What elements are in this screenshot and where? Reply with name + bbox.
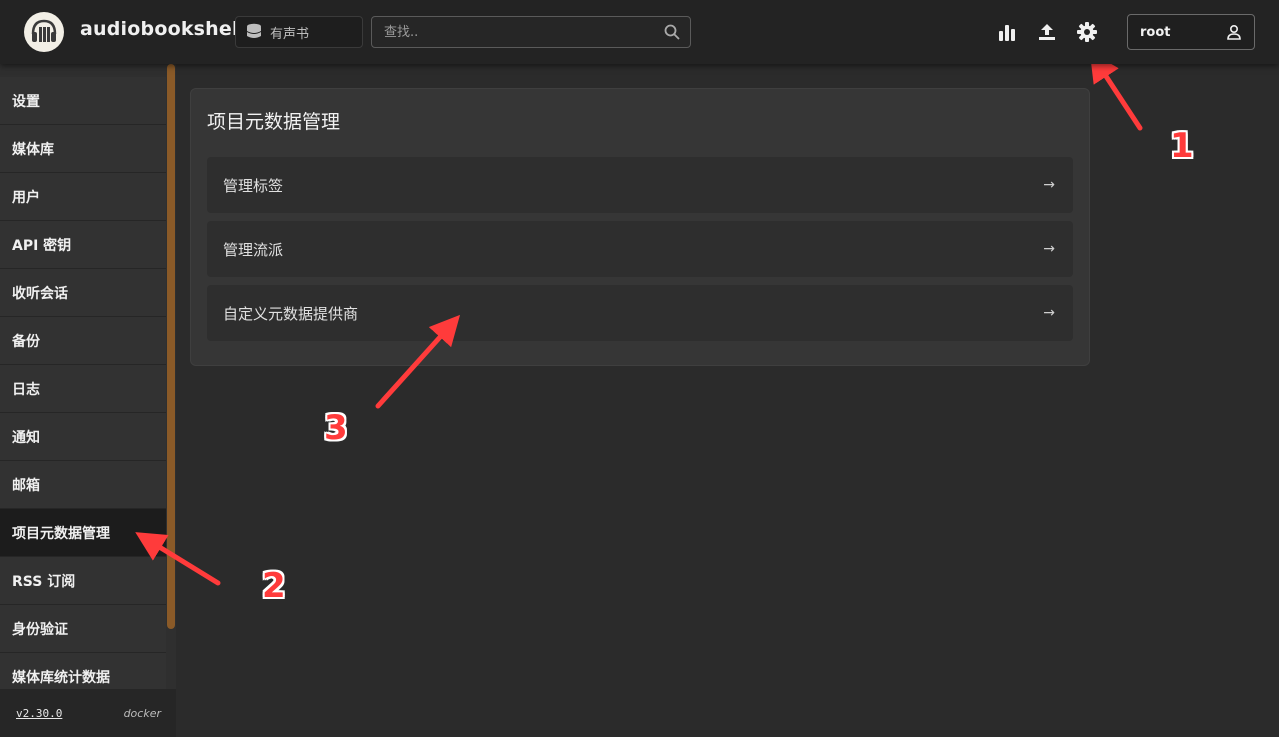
sidebar-item-rss-feeds[interactable]: RSS 订阅 [0, 557, 166, 605]
row-label: 管理标签 [223, 176, 284, 195]
annotation-label-2: 2 [262, 566, 286, 606]
settings-icon[interactable] [1075, 20, 1099, 44]
sidebar-item-label: 邮箱 [12, 477, 40, 494]
search-box[interactable] [371, 16, 691, 48]
sidebar-item-label: 收听会话 [12, 285, 68, 302]
search-icon[interactable] [664, 24, 680, 40]
item-metadata-utils-card: 项目元数据管理 管理标签 → 管理流派 → 自定义元数据提供商 → [190, 88, 1090, 366]
row-label: 管理流派 [223, 240, 284, 259]
user-icon [1227, 24, 1241, 40]
sidebar-item-label: 备份 [12, 333, 40, 350]
sidebar-item-authentication[interactable]: 身份验证 [0, 605, 166, 653]
app-title[interactable]: audiobookshelf [80, 18, 247, 40]
top-bar: audiobookshelf 有声书 查找.. root [0, 0, 1279, 64]
sidebar-item-label: 通知 [12, 429, 40, 446]
sidebar-item-listening-sessions[interactable]: 收听会话 [0, 269, 166, 317]
sidebar-item-api-keys[interactable]: API 密钥 [0, 221, 166, 269]
arrow-right-icon: → [1043, 177, 1055, 193]
audiobookshelf-logo-icon [31, 19, 57, 42]
sidebar-scrollbar[interactable] [167, 64, 175, 629]
sidebar-item-label: API 密钥 [12, 237, 72, 254]
sidebar-item-label: 身份验证 [12, 621, 68, 638]
sidebar-item-label: 用户 [12, 189, 40, 206]
manage-tags-row[interactable]: 管理标签 → [207, 157, 1073, 213]
database-icon [247, 23, 261, 38]
annotation-arrow-1 [1089, 51, 1143, 131]
sidebar-item-settings[interactable]: 设置 [0, 77, 166, 125]
library-selector-label: 有声书 [270, 26, 310, 42]
stats-icon[interactable] [995, 20, 1019, 44]
sidebar-item-notifications[interactable]: 通知 [0, 413, 166, 461]
username: root [1140, 24, 1171, 40]
sidebar-item-logs[interactable]: 日志 [0, 365, 166, 413]
sidebar-item-backups[interactable]: 备份 [0, 317, 166, 365]
sidebar-item-label: RSS 订阅 [12, 573, 76, 590]
page-title: 项目元数据管理 [207, 111, 341, 133]
sidebar-item-label: 媒体库统计数据 [12, 669, 110, 686]
upload-icon[interactable] [1035, 20, 1059, 44]
sidebar-item-email[interactable]: 邮箱 [0, 461, 166, 509]
sidebar-footer: v2.30.0 docker [0, 689, 176, 737]
app-logo[interactable] [24, 12, 64, 52]
library-selector[interactable]: 有声书 [235, 16, 363, 48]
annotation-label-3: 3 [324, 408, 348, 448]
sidebar-item-label: 日志 [12, 381, 40, 398]
search-input[interactable] [372, 17, 690, 47]
arrow-right-icon: → [1043, 241, 1055, 257]
version-link[interactable]: v2.30.0 [16, 707, 62, 720]
arrow-right-icon: → [1043, 305, 1055, 321]
sidebar-item-item-metadata-utils[interactable]: 项目元数据管理 [0, 509, 166, 557]
sidebar-item-label: 设置 [12, 93, 40, 110]
annotation-label-1: 1 [1170, 126, 1194, 166]
manage-genres-row[interactable]: 管理流派 → [207, 221, 1073, 277]
sidebar-item-users[interactable]: 用户 [0, 173, 166, 221]
custom-metadata-providers-row[interactable]: 自定义元数据提供商 → [207, 285, 1073, 341]
build-label: docker [123, 707, 161, 720]
settings-sidebar: 设置 媒体库 用户 API 密钥 收听会话 备份 日志 通知 邮箱 项目元数据管… [0, 64, 176, 737]
row-label: 自定义元数据提供商 [223, 304, 359, 323]
sidebar-item-label: 项目元数据管理 [12, 525, 110, 542]
user-account-button[interactable]: root [1127, 14, 1255, 50]
sidebar-item-label: 媒体库 [12, 141, 54, 158]
sidebar-item-libraries[interactable]: 媒体库 [0, 125, 166, 173]
